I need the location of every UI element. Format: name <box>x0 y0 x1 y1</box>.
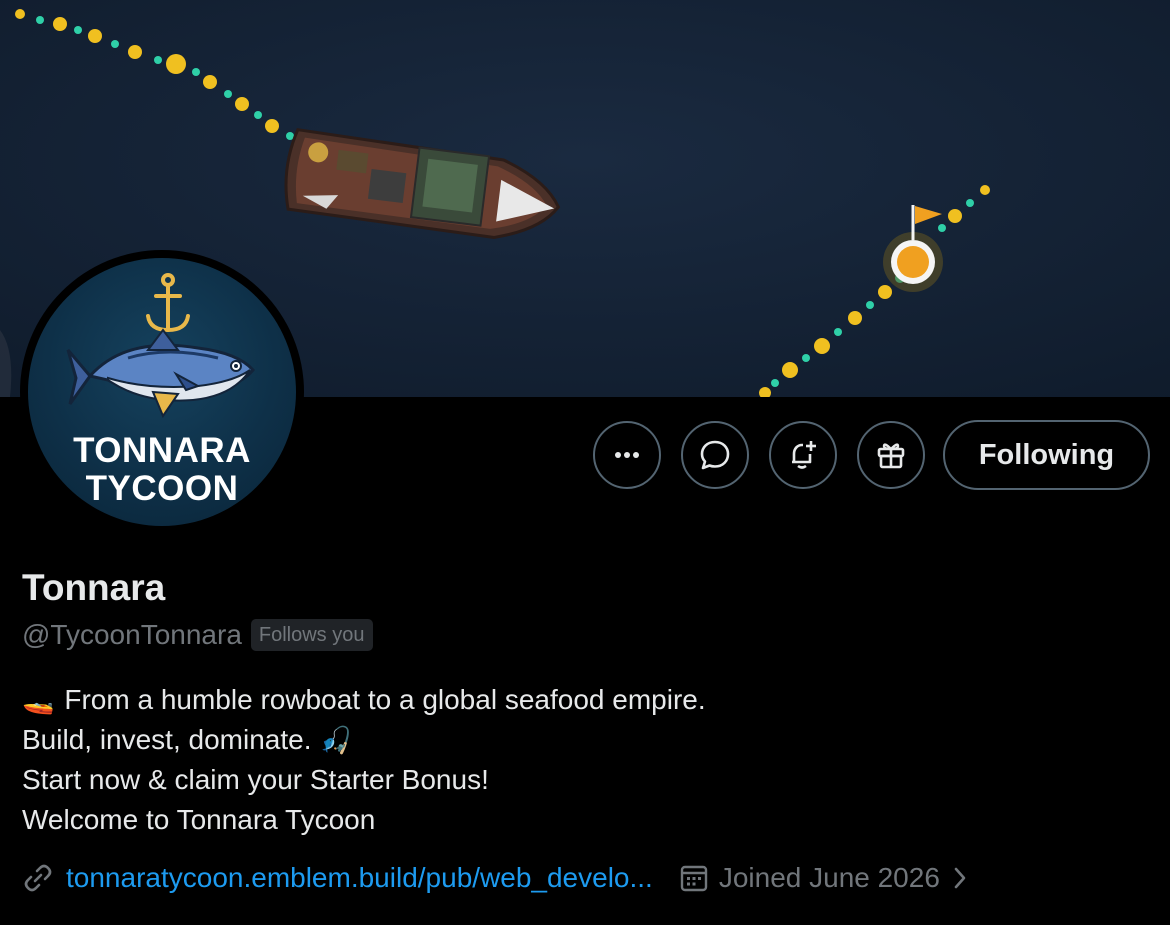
follows-you-badge: Follows you <box>250 619 373 651</box>
message-button[interactable] <box>681 421 749 489</box>
profile-website-link[interactable]: tonnaratycoon.emblem.build/pub/web_devel… <box>66 862 653 894</box>
bio-line: Welcome to Tonnara Tycoon <box>22 804 376 835</box>
link-icon <box>22 862 54 894</box>
bio-line: 🚤 From a humble rowboat to a global seaf… <box>22 680 706 720</box>
more-button[interactable] <box>593 421 661 489</box>
user-handle: @TycoonTonnara <box>22 619 242 650</box>
joined-date: Joined June 2026 <box>718 862 940 893</box>
logo-text-line2: TYCOON <box>85 469 239 508</box>
bio-line: Build, invest, dominate. 🎣 <box>22 720 706 760</box>
gift-button[interactable] <box>857 421 925 489</box>
profile-meta: tonnaratycoon.emblem.build/pub/web_devel… <box>22 862 970 894</box>
profile-bio: 🚤 From a humble rowboat to a global seaf… <box>22 680 706 840</box>
calendar-icon <box>679 863 709 893</box>
message-bubble-icon <box>700 440 730 470</box>
avatar-logo: TONNARA TYCOON <box>28 258 296 526</box>
anchor-icon <box>146 273 190 333</box>
gift-icon <box>877 443 905 469</box>
notifications-button[interactable] <box>769 421 837 489</box>
more-horizontal-icon <box>615 452 639 458</box>
fishing-pole-emoji: 🎣 <box>319 725 352 755</box>
bell-plus-icon <box>792 441 816 469</box>
handle-row: @TycoonTonnara Follows you <box>22 619 373 651</box>
profile-actions: Following <box>593 420 1150 490</box>
display-name: Tonnara <box>22 567 166 608</box>
tuna-fish-icon <box>66 328 255 419</box>
following-button[interactable]: Following <box>943 420 1150 490</box>
bio-line: Start now & claim your Starter Bonus! <box>22 764 489 795</box>
logo-text-line1: TONNARA <box>73 431 251 470</box>
chevron-right-icon[interactable] <box>950 864 970 892</box>
profile-avatar[interactable]: TONNARA TYCOON <box>20 250 304 534</box>
speedboat-emoji: 🚤 <box>22 685 55 715</box>
